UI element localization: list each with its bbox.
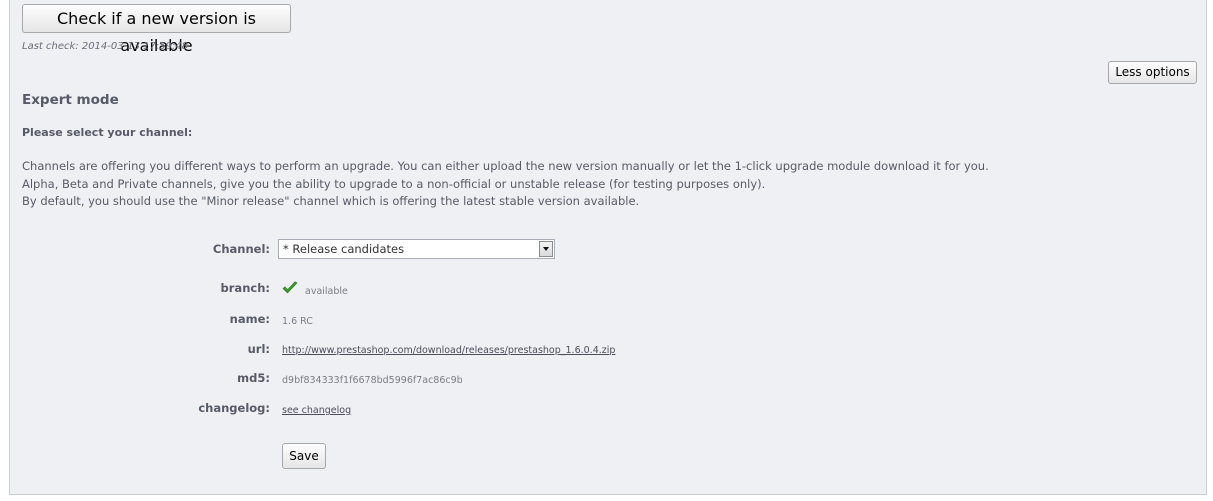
- branch-value: available: [305, 286, 348, 297]
- channel-select[interactable]: * Release candidates: [278, 239, 555, 259]
- md5-value: d9bf834333f1f6678bd5996f7ac86c9b: [282, 375, 463, 386]
- description-line: Alpha, Beta and Private channels, give y…: [22, 176, 766, 191]
- name-value: 1.6 RC: [282, 316, 313, 327]
- channel-select-value: * Release candidates: [283, 242, 405, 256]
- md5-label: md5:: [237, 371, 270, 385]
- less-options-button[interactable]: Less options: [1108, 61, 1197, 84]
- expert-mode-title: Expert mode: [22, 92, 119, 108]
- name-label: name:: [229, 312, 270, 326]
- url-label: url:: [247, 342, 270, 356]
- see-changelog-link[interactable]: see changelog: [282, 405, 351, 416]
- url-value: http://www.prestashop.com/download/relea…: [282, 345, 615, 356]
- check-new-version-button[interactable]: Check if a new version is available: [22, 4, 291, 55]
- changelog-label: changelog:: [198, 401, 270, 415]
- save-button[interactable]: Save: [282, 443, 326, 469]
- changelog-value: see changelog: [282, 405, 351, 416]
- channel-description: Channels are offering you different ways…: [22, 158, 989, 211]
- check-icon: [282, 281, 298, 294]
- upgrade-panel: Check if a new version is available Last…: [9, 0, 1207, 495]
- download-url-link[interactable]: http://www.prestashop.com/download/relea…: [282, 345, 615, 356]
- channel-label: Channel:: [212, 242, 270, 256]
- select-channel-prompt: Please select your channel:: [22, 126, 193, 139]
- description-line: Channels are offering you different ways…: [22, 159, 989, 173]
- last-check-text: Last check: 2014-03-13 17:59:48: [22, 41, 189, 52]
- chevron-down-icon[interactable]: [539, 241, 553, 257]
- branch-label: branch:: [220, 281, 270, 295]
- description-line: By default, you should use the "Minor re…: [22, 194, 640, 208]
